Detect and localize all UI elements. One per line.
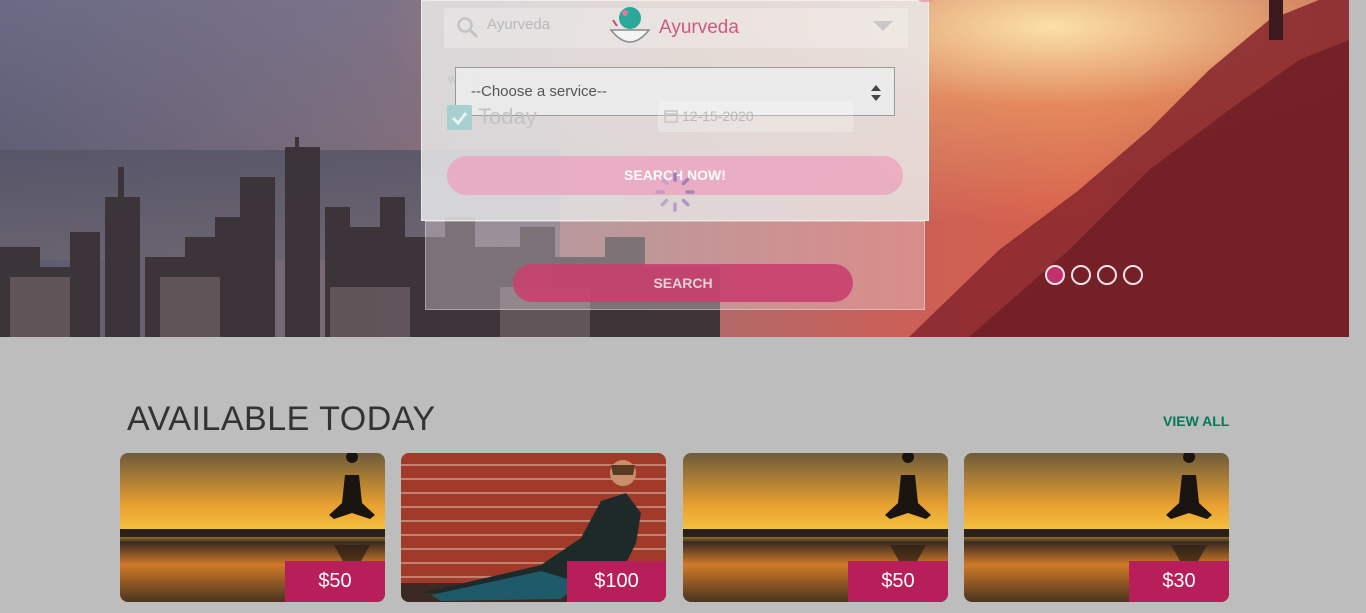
slider-dot-3[interactable] xyxy=(1097,265,1117,285)
chevron-down-icon[interactable] xyxy=(873,21,893,31)
slider-dot-4[interactable] xyxy=(1123,265,1143,285)
calendar-icon xyxy=(664,110,678,123)
class-card[interactable]: $50 xyxy=(120,453,385,602)
search-icon xyxy=(457,17,478,38)
slider-dot-2[interactable] xyxy=(1071,265,1091,285)
date-value: 12-15-2020 xyxy=(682,108,754,124)
service-select-value: --Choose a service-- xyxy=(471,83,607,100)
search-input[interactable]: Ayurveda xyxy=(487,16,550,33)
slider-dots xyxy=(1045,265,1145,287)
view-all-link[interactable]: VIEW ALL xyxy=(1163,413,1229,429)
section-title: AVAILABLE TODAY xyxy=(127,400,436,438)
today-checkbox[interactable] xyxy=(447,105,472,130)
date-input[interactable]: 12-15-2020 xyxy=(658,101,853,132)
class-card[interactable]: $50 xyxy=(683,453,948,602)
checkmark-icon xyxy=(451,112,468,126)
slider-dot-1[interactable] xyxy=(1045,265,1065,285)
class-card[interactable]: $100 xyxy=(401,453,666,602)
price-badge: $30 xyxy=(1129,561,1229,602)
search-button[interactable]: SEARCH xyxy=(513,264,853,302)
price-badge: $100 xyxy=(567,561,666,602)
select-arrows-icon xyxy=(871,85,881,101)
loading-spinner-icon xyxy=(655,172,695,212)
price-badge: $50 xyxy=(848,561,948,602)
price-badge: $50 xyxy=(285,561,385,602)
class-card[interactable]: $30 xyxy=(964,453,1229,602)
today-label: Today xyxy=(478,104,537,129)
ayurveda-bowl-icon xyxy=(609,7,651,43)
selected-category-label: Ayurveda xyxy=(659,17,739,38)
